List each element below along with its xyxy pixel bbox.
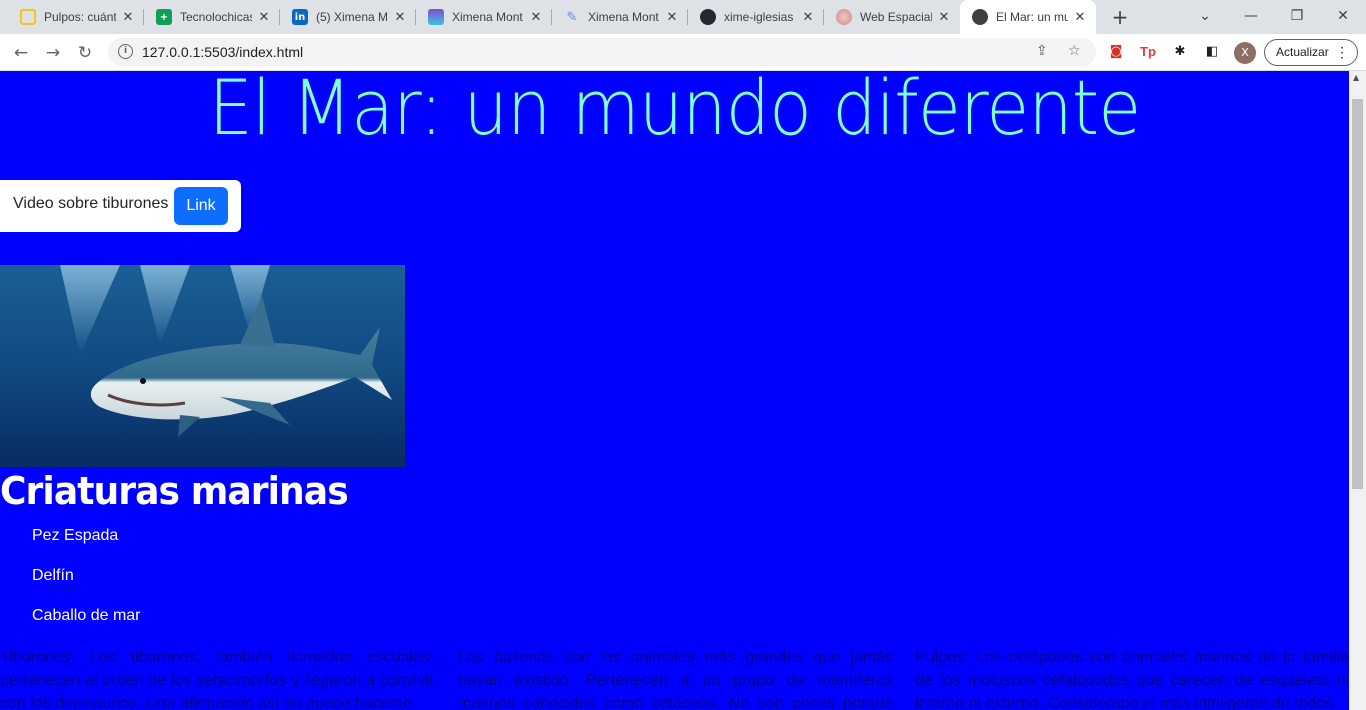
share-icon[interactable]: ⇪	[1036, 43, 1048, 59]
tab-tecnolochicas[interactable]: + Tecnolochicas ✕	[144, 0, 280, 34]
update-label: Actualizar	[1276, 45, 1329, 59]
back-icon[interactable]: ←	[8, 40, 34, 66]
galaxy-icon	[836, 9, 852, 25]
window-close-icon[interactable]: ✕	[1320, 0, 1366, 34]
shark-image	[0, 265, 405, 467]
canva-icon	[428, 9, 444, 25]
tp-extension-icon[interactable]: Tp	[1138, 42, 1158, 62]
pen-icon: ✎	[566, 9, 578, 25]
github-icon	[700, 9, 716, 25]
octopus-paragraph: Pulpos: Los octópodos son animales marin…	[915, 649, 1349, 710]
tab-strip: Pulpos: cuánt ✕ + Tecnolochicas ✕ in (5)…	[0, 0, 1366, 34]
avatar[interactable]: X	[1234, 42, 1256, 64]
scrollbar[interactable]: ▲	[1349, 71, 1366, 710]
link-button[interactable]: Link	[174, 187, 228, 225]
tab-github[interactable]: xime-iglesias ✕	[688, 0, 824, 34]
tab-pulpos[interactable]: Pulpos: cuánt ✕	[8, 0, 144, 34]
bookmark-star-icon[interactable]: ☆	[1068, 43, 1081, 59]
forward-icon[interactable]: →	[40, 40, 66, 66]
extensions-puzzle-icon[interactable]: ✱	[1170, 42, 1190, 62]
linkedin-icon: in	[292, 9, 308, 25]
tab-ximena-1[interactable]: Ximena Mont ✕	[416, 0, 552, 34]
menu-dots-icon[interactable]: ⋮	[1335, 40, 1349, 65]
page-title: El Mar: un mundo diferente	[208, 71, 1142, 152]
minimize-icon[interactable]: —	[1228, 0, 1274, 34]
tab-web-espacial[interactable]: Web Espacial ✕	[824, 0, 960, 34]
shark-paragraph: Tiburones: Los tiburones, también llamad…	[0, 649, 434, 710]
page-viewport: El Mar: un mundo diferente Video sobre t…	[0, 71, 1349, 710]
list-item: Pez Espada	[32, 527, 119, 544]
scrollbar-thumb[interactable]	[1352, 99, 1363, 489]
pocket-icon[interactable]: ◙	[1106, 42, 1126, 62]
reload-icon[interactable]: ↻	[72, 40, 98, 66]
tab-ximena-2[interactable]: ✎ Ximena Mont ✕	[552, 0, 688, 34]
side-panel-icon[interactable]: ◧	[1202, 42, 1222, 62]
update-button[interactable]: Actualizar ⋮	[1264, 39, 1358, 66]
close-icon[interactable]: ✕	[664, 10, 680, 25]
video-label: Video sobre tiburones	[13, 195, 169, 212]
close-icon[interactable]: ✕	[256, 10, 272, 25]
close-icon[interactable]: ✕	[800, 10, 816, 25]
tab-linkedin[interactable]: in (5) Ximena M ✕	[280, 0, 416, 34]
close-icon[interactable]: ✕	[528, 10, 544, 25]
close-icon[interactable]: ✕	[1072, 10, 1088, 25]
section-title: Criaturas marinas	[0, 469, 349, 513]
tab-search-icon[interactable]: ⌄	[1182, 0, 1228, 34]
creature-list: Pez Espada Delfín Caballo de mar	[32, 526, 141, 646]
new-tab-button[interactable]: +	[1108, 5, 1132, 29]
natgeo-icon	[20, 9, 36, 25]
close-icon[interactable]: ✕	[936, 10, 952, 25]
whale-paragraph: Las ballenas son los animales más grande…	[458, 649, 893, 710]
restore-icon[interactable]: ❐	[1274, 0, 1320, 34]
list-item: Caballo de mar	[32, 607, 141, 624]
video-card: Video sobre tiburones Link	[0, 180, 241, 232]
list-item: Delfín	[32, 567, 74, 584]
globe-icon	[972, 9, 988, 25]
close-icon[interactable]: ✕	[392, 10, 408, 25]
address-bar[interactable]: i 127.0.0.1:5503/index.html ⇪ ☆	[108, 38, 1096, 66]
sheets-icon: +	[156, 9, 172, 25]
browser-toolbar: ← → ↻ i 127.0.0.1:5503/index.html ⇪ ☆ ◙ …	[0, 34, 1366, 71]
url-text[interactable]: 127.0.0.1:5503/index.html	[142, 44, 303, 60]
scroll-up-icon[interactable]: ▲	[1353, 73, 1359, 82]
tab-el-mar[interactable]: El Mar: un mu ✕	[960, 0, 1096, 34]
site-info-icon[interactable]: i	[118, 44, 133, 59]
close-icon[interactable]: ✕	[120, 10, 136, 25]
